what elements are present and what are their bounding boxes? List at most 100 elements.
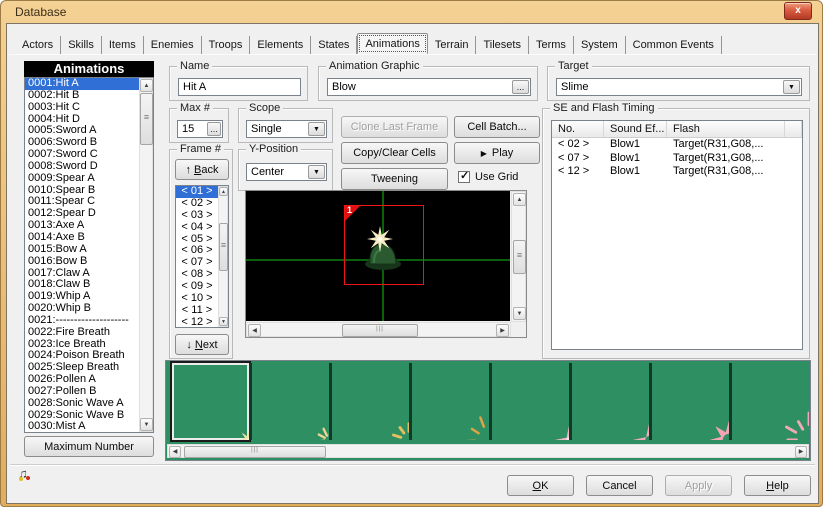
animation-list-item[interactable]: 0030:Mist A (25, 421, 139, 432)
cancel-button[interactable]: Cancel (586, 475, 653, 496)
cell-batch-button[interactable]: Cell Batch... (454, 116, 540, 138)
preview-hscrollbar[interactable]: ◀ ▶ (246, 322, 511, 337)
browse-graphic-button[interactable]: ... (512, 80, 529, 94)
clone-last-frame-button[interactable]: Clone Last Frame (341, 116, 448, 138)
frame-list-scrollbar[interactable]: ▲ ▼ (218, 186, 228, 327)
tab-terrain[interactable]: Terrain (428, 36, 477, 54)
strip-hscrollbar[interactable]: ◀ ▶ (167, 444, 809, 458)
apply-button[interactable]: Apply (665, 475, 732, 496)
tab-actors[interactable]: Actors (15, 36, 61, 54)
table-row[interactable]: < 12 >Blow1Target(R31,G08,... (552, 165, 802, 179)
scrollbar-thumb[interactable] (219, 223, 228, 271)
column-header-sound[interactable]: Sound Ef... (604, 121, 667, 137)
frame-list-item[interactable]: < 12 > (176, 317, 218, 327)
scrollbar-thumb[interactable] (513, 240, 526, 274)
title-bar[interactable]: Database x (1, 1, 822, 23)
animation-cell[interactable] (652, 363, 729, 440)
tab-states[interactable]: States (311, 36, 357, 54)
scroll-down-icon[interactable]: ▼ (140, 418, 153, 431)
scroll-down-icon[interactable]: ▼ (513, 307, 526, 320)
pink-spark-ring-large-icon (732, 363, 809, 440)
scroll-left-icon[interactable]: ◀ (248, 324, 261, 337)
y-position-dropdown[interactable]: Center (246, 163, 327, 181)
se-flash-table[interactable]: No. Sound Ef... Flash < 02 >Blow1Target(… (551, 120, 803, 350)
frame-list-item[interactable]: < 02 > (176, 198, 218, 210)
tab-tilesets[interactable]: Tilesets (476, 36, 529, 54)
frame-list[interactable]: < 01 >< 02 >< 03 >< 04 >< 05 >< 06 >< 07… (175, 185, 229, 328)
scrollbar-thumb[interactable] (184, 446, 326, 458)
target-dropdown[interactable]: Slime (556, 78, 802, 96)
animation-cell[interactable] (732, 363, 809, 440)
animation-list-item[interactable]: 0022:Fire Breath (25, 327, 139, 339)
scroll-right-icon[interactable]: ▶ (496, 324, 509, 337)
animation-cell[interactable] (252, 363, 329, 440)
tab-troops[interactable]: Troops (202, 36, 251, 54)
tab-animations[interactable]: Animations (357, 33, 427, 54)
animation-list-item[interactable]: 0009:Spear A (25, 173, 139, 185)
max-input[interactable]: 15 ... (177, 120, 223, 138)
frame-list-item[interactable]: < 03 > (176, 210, 218, 222)
animation-list-item[interactable]: 0028:Sonic Wave A (25, 398, 139, 410)
chevron-down-icon[interactable] (783, 80, 800, 94)
max-browse-button[interactable]: ... (207, 122, 221, 136)
column-header-no[interactable]: No. (552, 121, 604, 137)
preview-canvas[interactable]: 1 (246, 191, 510, 321)
tab-terms[interactable]: Terms (529, 36, 574, 54)
animation-cell[interactable] (332, 363, 409, 440)
slime-sprite-with-star (350, 217, 414, 281)
scroll-right-icon[interactable]: ▶ (795, 446, 807, 458)
column-header-flash[interactable]: Flash (667, 121, 785, 137)
name-input[interactable]: Hit A (178, 78, 301, 96)
animation-list-item[interactable]: 0021:-------------------- (25, 315, 139, 327)
tweening-button[interactable]: Tweening (341, 168, 448, 190)
animation-list[interactable]: 0001:Hit A0002:Hit B0003:Hit C0004:Hit D… (24, 77, 154, 433)
table-cell: Blow1 (604, 165, 667, 179)
animation-list-item[interactable]: 0015:Bow A (25, 244, 139, 256)
tab-skills[interactable]: Skills (61, 36, 102, 54)
scope-dropdown[interactable]: Single (246, 120, 327, 138)
next-button[interactable]: ↓ Next (175, 334, 229, 355)
back-button[interactable]: ↑ Back (175, 159, 229, 180)
animation-list-scrollbar[interactable]: ▲ ▼ (139, 78, 153, 432)
animation-cell[interactable] (492, 363, 569, 440)
preview-vscrollbar[interactable]: ▲ ▼ (511, 191, 526, 322)
use-grid-checkbox[interactable]: Use Grid (458, 171, 518, 183)
animation-list-item[interactable]: 0016:Bow B (25, 256, 139, 268)
scroll-down-icon[interactable]: ▼ (219, 317, 228, 326)
scrollbar-thumb[interactable] (140, 93, 153, 145)
checkbox-check-icon[interactable] (458, 171, 470, 183)
animation-graphic-input[interactable]: Blow ... (327, 78, 531, 96)
animation-list-item[interactable]: 0003:Hit C (25, 102, 139, 114)
animation-cell[interactable] (572, 363, 649, 440)
animation-cell[interactable] (412, 363, 489, 440)
frame-list-item[interactable]: < 04 > (176, 222, 218, 234)
close-button[interactable]: x (784, 2, 812, 20)
table-row[interactable]: < 07 >Blow1Target(R31,G08,... (552, 152, 802, 166)
scroll-up-icon[interactable]: ▲ (140, 79, 153, 92)
se-flash-table-header[interactable]: No. Sound Ef... Flash (552, 121, 802, 138)
chevron-down-icon[interactable] (308, 122, 325, 136)
tab-elements[interactable]: Elements (250, 36, 311, 54)
ok-button[interactable]: OK (507, 475, 574, 496)
tab-system[interactable]: System (574, 36, 626, 54)
animation-list-item[interactable]: 0027:Pollen B (25, 386, 139, 398)
animation-list-item[interactable]: 0008:Sword D (25, 161, 139, 173)
animation-cell[interactable] (172, 363, 249, 440)
animation-list-item[interactable]: 0002:Hit B (25, 90, 139, 102)
maximum-number-button[interactable]: Maximum Number (24, 436, 154, 457)
scroll-left-icon[interactable]: ◀ (169, 446, 181, 458)
frame-list-item[interactable]: < 11 > (176, 305, 218, 317)
chevron-down-icon[interactable] (308, 165, 325, 179)
tab-enemies[interactable]: Enemies (144, 36, 202, 54)
down-arrow-icon: ↓ (186, 339, 192, 351)
scrollbar-thumb[interactable] (342, 324, 418, 337)
scroll-up-icon[interactable]: ▲ (219, 187, 228, 196)
play-button[interactable]: ▶ Play (454, 142, 540, 164)
help-button[interactable]: Help (744, 475, 811, 496)
copy-clear-cells-button[interactable]: Copy/Clear Cells (341, 142, 448, 164)
tab-items[interactable]: Items (102, 36, 144, 54)
table-row[interactable]: < 02 >Blow1Target(R31,G08,... (552, 138, 802, 152)
scroll-up-icon[interactable]: ▲ (513, 193, 526, 206)
tab-common-events[interactable]: Common Events (626, 36, 722, 54)
dialog-body: ActorsSkillsItemsEnemiesTroopsElementsSt… (6, 23, 819, 504)
